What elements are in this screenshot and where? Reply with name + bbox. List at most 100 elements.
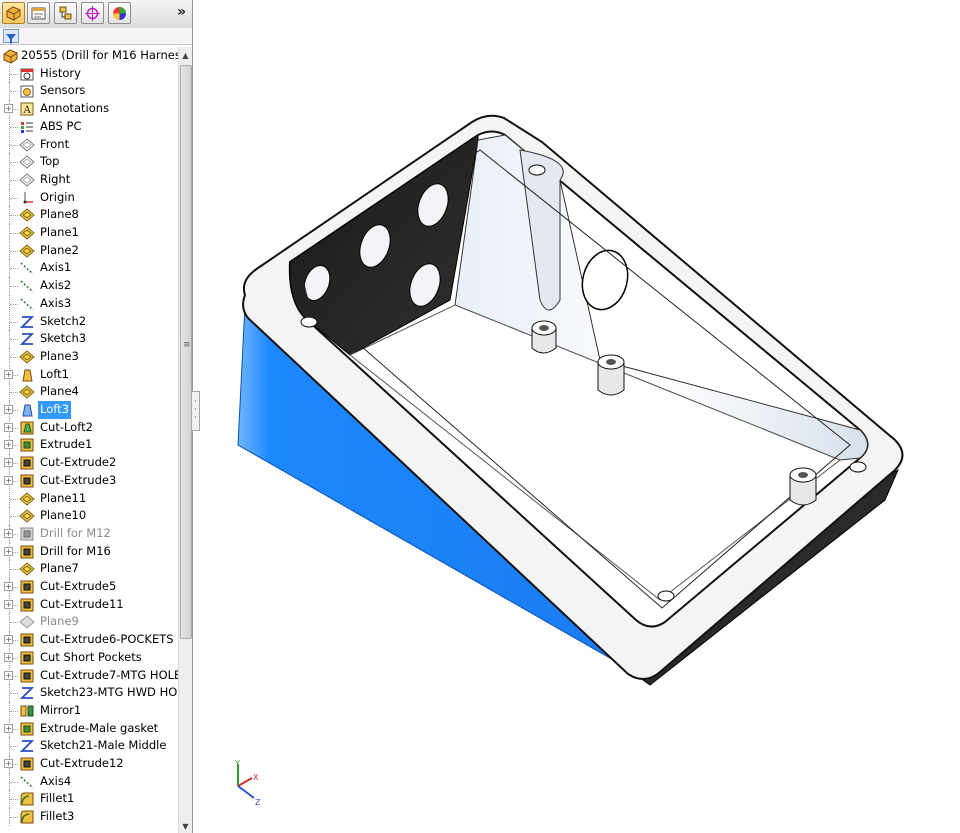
tree-item[interactable]: + Drill for M12 [0,524,178,543]
graphics-viewport[interactable] [200,0,960,833]
tree-item[interactable]: Axis3 [0,294,178,313]
tree-item[interactable]: + Extrude-Male gasket [0,719,178,738]
tree-item-label: Plane9 [40,614,79,629]
tree-item[interactable]: Front [0,135,178,154]
tree-item[interactable]: History [0,64,178,83]
tree-item[interactable]: Sketch2 [0,312,178,331]
scroll-thumb[interactable]: ≡ [180,65,192,639]
configuration-manager-tab[interactable] [54,2,77,24]
tree-item[interactable]: Plane3 [0,347,178,366]
tree-item[interactable]: Axis1 [0,259,178,278]
expand-plus-icon[interactable]: + [4,670,13,680]
tree-item[interactable]: Sketch23-MTG HWD HOLE [0,684,178,702]
tree-item[interactable]: Plane8 [0,206,178,224]
tree-item-label: Sensors [40,83,86,98]
expand-plus-icon[interactable]: + [4,759,13,768]
filter-bar [0,28,192,45]
extrude-icon [20,438,34,452]
tree-item-label: Cut-Extrude6-POCKETS [40,632,174,647]
scroll-down-arrow-icon[interactable]: ▼ [179,820,192,833]
tree-connector-line [10,303,18,305]
svg-text:A: A [23,105,32,116]
expand-plus-icon[interactable]: + [4,405,13,414]
tree-item-label: Plane4 [40,384,79,399]
tree-item[interactable]: Sensors [0,82,178,101]
tree-item-label: Loft3 [38,401,71,419]
tree-item[interactable]: + Cut-Extrude12 [0,755,178,773]
feature-manager-tab[interactable] [2,2,25,24]
enclosure-3d-model[interactable] [237,114,904,686]
filter-button[interactable] [3,29,19,44]
tree-item[interactable]: Plane4 [0,383,178,401]
expand-plus-icon[interactable]: + [4,528,13,538]
tree-item[interactable]: + Cut-Extrude11 [0,595,178,614]
tree-item[interactable]: + Drill for M16 [0,542,178,561]
tree-item[interactable]: Fillet1 [0,790,178,809]
tree-item[interactable]: Fillet3 [0,808,178,826]
tree-item[interactable]: Plane7 [0,560,178,578]
tree-connector-line [10,126,18,128]
tree-item[interactable]: + Cut Short Pockets [0,648,178,667]
tree-connector-line [10,286,18,288]
tree-item-label: Axis2 [40,278,72,293]
tree-item[interactable]: Sketch21-Male Middle [0,737,178,755]
expand-plus-icon[interactable]: + [4,458,13,468]
part-icon [3,49,18,64]
tree-item[interactable]: Plane1 [0,224,178,242]
mounting-boss [531,320,557,354]
tree-item[interactable]: + Cut-Extrude3 [0,471,178,490]
plane-icon [19,155,35,169]
screw-hole [849,461,867,473]
scroll-up-arrow-icon[interactable]: ▲ [179,49,192,62]
mirror-icon [20,705,34,717]
tree-item-label: Fillet3 [40,809,75,824]
tree-item[interactable]: + Cut-Extrude5 [0,578,178,596]
cut-extrude-icon [20,580,34,594]
expand-plus-icon[interactable]: + [4,652,13,662]
tree-item[interactable]: + Cut-Loft2 [0,418,178,437]
tree-item[interactable]: Mirror1 [0,701,178,720]
tree-item[interactable]: Plane10 [0,507,178,525]
tree-root-part[interactable]: 20555 (Drill for M16 Harness< [0,47,178,65]
expand-plus-icon[interactable]: + [4,582,13,591]
tree-item[interactable]: Origin [0,188,178,207]
tree-item[interactable]: Plane9 [0,613,178,632]
expand-plus-icon[interactable]: + [4,635,13,645]
tree-connector-line [10,339,18,341]
tree-item[interactable]: Axis4 [0,772,178,791]
tree-item[interactable]: + Cut-Extrude7-MTG HOLES [0,666,178,685]
tree-item[interactable]: + Cut-Extrude2 [0,454,178,472]
sketch-icon [19,687,35,700]
tree-item[interactable]: + Loft1 [0,365,178,384]
tree-item[interactable]: + Loft3 [0,401,178,419]
tree-item-label: Cut Short Pockets [40,649,142,664]
display-manager-tab[interactable] [108,2,131,24]
tree-connector-line [10,233,18,234]
tree-connector-line [10,144,18,146]
feature-manager-panel: » 20555 (Drill for M16 Harness< History Se… [0,0,193,833]
tree-item[interactable]: + Extrude1 [0,436,178,455]
fillet-icon [20,810,34,824]
expand-plus-icon[interactable]: + [4,546,13,556]
property-manager-tab[interactable] [27,2,50,24]
tree-item[interactable]: ABS PC [0,117,178,136]
expand-plus-icon[interactable]: + [4,440,13,450]
tree-item[interactable]: + Cut-Extrude6-POCKETS [0,631,178,649]
tree-item[interactable]: Axis2 [0,277,178,295]
tree-scrollbar[interactable]: ▲ ≡ ▼ [178,47,192,833]
expand-plus-icon[interactable]: + [4,422,13,432]
tree-item[interactable]: Top [0,153,178,171]
panel-collapse-handle[interactable]: · · · [191,391,200,431]
expand-plus-icon[interactable]: + [4,104,13,114]
expand-plus-icon[interactable]: + [4,369,13,379]
expand-tabs-button[interactable]: » [177,4,186,20]
tree-item[interactable]: Right [0,170,178,189]
expand-plus-icon[interactable]: + [4,475,13,485]
expand-plus-icon[interactable]: + [4,723,13,733]
tree-item[interactable]: Plane2 [0,241,178,260]
tree-item[interactable]: Plane11 [0,489,178,508]
tree-item[interactable]: + A Annotations [0,100,178,118]
expand-plus-icon[interactable]: + [4,599,13,609]
tree-item[interactable]: Sketch3 [0,330,178,348]
dimxpert-manager-tab[interactable] [81,2,104,24]
